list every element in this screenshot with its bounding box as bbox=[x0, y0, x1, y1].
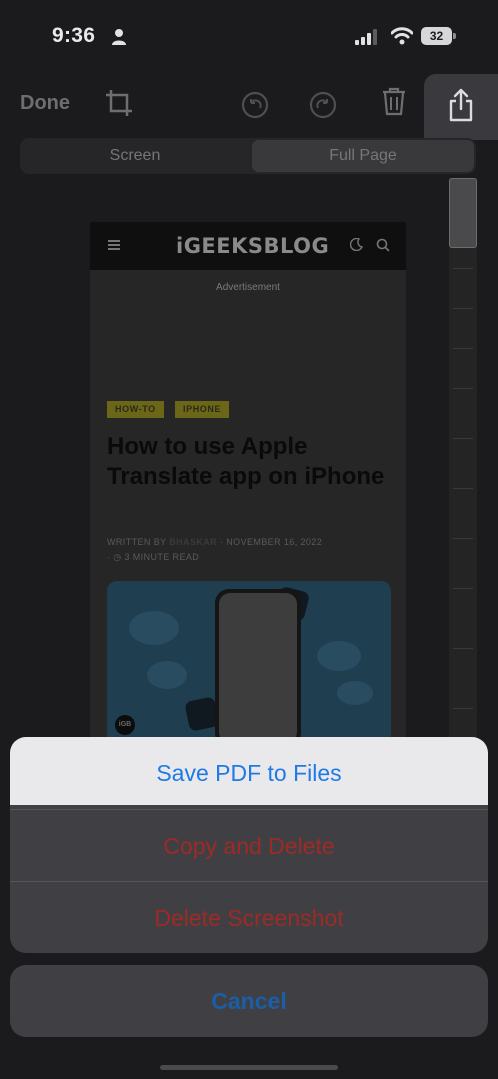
phone-screen bbox=[219, 593, 297, 743]
advertisement-label: Advertisement bbox=[216, 282, 280, 293]
copy-and-delete-button[interactable]: Copy and Delete bbox=[10, 809, 488, 881]
thumbnail-line bbox=[453, 268, 473, 269]
iphone-mockup bbox=[215, 589, 301, 747]
speech-bubble-graphic bbox=[317, 641, 361, 671]
thumbnail-line bbox=[453, 438, 473, 439]
article-byline: WRITTEN BY BHASKAR · NOVEMBER 16, 2022 bbox=[107, 537, 322, 547]
site-header: iGEEKSBLOG bbox=[90, 222, 406, 270]
home-indicator[interactable] bbox=[160, 1065, 338, 1070]
speech-bubble-graphic bbox=[147, 661, 187, 689]
share-button[interactable] bbox=[424, 74, 498, 140]
tag-how-to: HOW-TO bbox=[107, 401, 164, 418]
thumbnail-line bbox=[453, 648, 473, 649]
markup-toolbar: Done bbox=[0, 70, 498, 140]
site-logo: iGEEKSBLOG bbox=[176, 234, 330, 258]
cancel-button[interactable]: Cancel bbox=[10, 965, 488, 1037]
cellular-signal-icon bbox=[355, 29, 377, 45]
search-icon bbox=[376, 238, 390, 252]
status-bar: 9:36 32 bbox=[0, 0, 498, 70]
thumbnail-line bbox=[453, 488, 473, 489]
article-hero-image: iGB bbox=[107, 581, 391, 752]
thumbnail-line bbox=[453, 538, 473, 539]
crop-icon[interactable] bbox=[104, 88, 134, 118]
capture-mode-segmented-control: Screen Full Page bbox=[20, 138, 476, 174]
visible-region-thumbnail[interactable] bbox=[449, 178, 477, 248]
undo-icon[interactable] bbox=[240, 90, 270, 120]
person-icon bbox=[112, 29, 126, 45]
thumbnail-line bbox=[453, 588, 473, 589]
speech-bubble-graphic bbox=[129, 611, 179, 645]
battery-indicator: 32 bbox=[421, 27, 457, 45]
thumbnail-line bbox=[453, 708, 473, 709]
publish-date: NOVEMBER 16, 2022 bbox=[226, 537, 323, 547]
igb-badge: iGB bbox=[115, 715, 135, 735]
clock: 9:36 bbox=[52, 24, 96, 47]
written-by-label: WRITTEN BY bbox=[107, 537, 167, 547]
speech-bubble-graphic bbox=[337, 681, 373, 705]
page-preview: iGEEKSBLOG Advertisement HOW-TO IPHONE H… bbox=[90, 222, 406, 752]
redo-icon[interactable] bbox=[308, 90, 338, 120]
page-thumbnail-strip[interactable] bbox=[449, 178, 477, 758]
thumbnail-line bbox=[453, 348, 473, 349]
tab-full-page[interactable]: Full Page bbox=[252, 140, 474, 172]
thumbnail-line bbox=[453, 388, 473, 389]
clock-icon: · ◷ bbox=[107, 552, 125, 562]
dark-mode-icon bbox=[350, 238, 363, 251]
author-name: BHASKAR bbox=[169, 537, 218, 547]
article-headline: How to use Apple Translate app on iPhone bbox=[107, 433, 385, 490]
wifi-icon bbox=[391, 27, 413, 45]
thumbnail-line bbox=[453, 308, 473, 309]
share-icon bbox=[449, 88, 473, 122]
tab-screen[interactable]: Screen bbox=[22, 140, 248, 172]
trash-icon[interactable] bbox=[379, 86, 409, 116]
done-button[interactable]: Done bbox=[20, 92, 70, 115]
battery-tip bbox=[453, 33, 456, 39]
read-time-text: 3 MINUTE READ bbox=[124, 552, 200, 562]
save-pdf-to-files-button[interactable]: Save PDF to Files bbox=[10, 737, 488, 805]
delete-screenshot-button[interactable]: Delete Screenshot bbox=[10, 881, 488, 953]
battery-level: 32 bbox=[421, 27, 452, 45]
hamburger-menu-icon bbox=[108, 240, 120, 250]
read-time: · ◷ 3 MINUTE READ bbox=[107, 552, 199, 563]
tag-iphone: IPHONE bbox=[175, 401, 230, 418]
action-sheet: Save PDF to Files Copy and Delete Delete… bbox=[10, 737, 488, 953]
